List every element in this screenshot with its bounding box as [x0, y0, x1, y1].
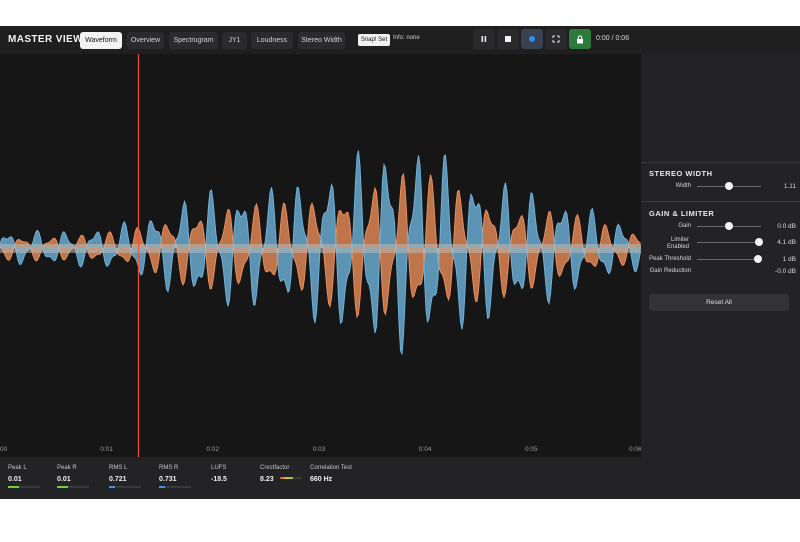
meter-value: -18.5	[211, 476, 227, 483]
gain-reduction-label: Gain Reduction	[649, 268, 691, 274]
meter-rms-l: RMS L 0.721	[109, 465, 141, 488]
meter-correlation: Correlation Test 660 Hz	[310, 465, 352, 483]
info-text: Info: none	[393, 35, 420, 41]
record-dot-icon	[529, 36, 535, 42]
time-tick-label: 0:03	[312, 446, 326, 453]
time-tick-label: 00	[0, 446, 8, 453]
meter-label: Correlation Test	[310, 465, 352, 471]
gain-limiter-title: GAIN & LIMITER	[649, 209, 715, 218]
meter-value: 0.731	[159, 476, 177, 483]
master-view-app: MASTER VIEW Waveform Overview Spectrugra…	[0, 26, 800, 499]
meter-level-fill	[109, 486, 116, 488]
meter-crestfactor: Crestfactor 8.23	[260, 465, 302, 483]
width-slider[interactable]	[697, 182, 761, 190]
meter-peak-r: Peak R 0.01	[57, 465, 89, 488]
meter-label: Peak L	[8, 465, 27, 471]
divider	[641, 201, 800, 202]
playback-time: 0:00 / 0:06	[596, 35, 630, 42]
meter-label: Crestfactor	[260, 465, 290, 471]
lock-button[interactable]	[569, 29, 591, 49]
limiter-enabled-label: Limiter Enabled	[666, 237, 689, 250]
width-slider-thumb[interactable]	[725, 182, 733, 190]
peak-threshold-slider-thumb[interactable]	[753, 255, 762, 263]
reset-all-button[interactable]: Reset All	[649, 294, 789, 311]
tab-jy1[interactable]: JY1	[222, 32, 247, 49]
time-tick-label: 0:01	[100, 446, 113, 453]
gain-slider-thumb[interactable]	[725, 222, 733, 230]
divider	[641, 162, 800, 163]
meter-level-fill	[57, 486, 69, 488]
limiter-slider[interactable]	[697, 238, 764, 246]
stereo-width-title: STEREO WIDTH	[649, 169, 713, 178]
peak-threshold-slider[interactable]	[697, 255, 762, 263]
meter-label: RMS L	[109, 465, 128, 471]
time-tick-label: 0:04	[418, 446, 432, 453]
time-tick-label: 0:06	[629, 446, 641, 453]
meter-label: Peak R	[57, 465, 77, 471]
waveform-canvas	[0, 54, 641, 457]
snap-set-button[interactable]: Snap! Set	[358, 34, 390, 46]
pause-icon	[481, 36, 487, 42]
tab-stereo-width[interactable]: Stereo Width	[298, 32, 345, 49]
gain-value: 0.0 dB	[777, 223, 796, 230]
app-title: MASTER VIEW	[8, 34, 83, 45]
meter-label: LUFS	[211, 465, 227, 471]
meter-lufs: LUFS -18.5	[211, 465, 227, 483]
meter-level-bar	[280, 477, 302, 479]
gain-slider[interactable]	[697, 222, 761, 230]
pause-button[interactable]	[473, 29, 495, 49]
meter-value: 0.01	[8, 476, 22, 483]
meter-level-bar	[57, 486, 89, 488]
tab-waveform[interactable]: Waveform	[80, 32, 122, 49]
gain-label: Gain	[678, 223, 691, 229]
tab-overview[interactable]: Overview	[127, 32, 164, 49]
tab-spectrugram[interactable]: Spectrugram	[169, 32, 218, 49]
peak-threshold-value: 1 dB	[782, 256, 796, 263]
meter-bar: Peak L 0.01 Peak R 0.01 RMS L 0.721 RMS …	[0, 457, 800, 499]
meter-level-fill	[159, 486, 166, 488]
meter-value: 660 Hz	[310, 476, 333, 483]
control-panel: STEREO WIDTH Width 1.11 GAIN & LIMITER G…	[641, 54, 800, 457]
fullscreen-icon	[552, 35, 560, 43]
meter-level-bar	[109, 486, 141, 488]
lock-icon	[577, 34, 583, 43]
stop-icon	[505, 36, 511, 42]
meter-value: 0.01	[57, 476, 71, 483]
meter-level-fill	[280, 477, 294, 479]
meter-label: RMS R	[159, 465, 179, 471]
time-tick-label: 0:05	[525, 446, 538, 453]
stop-button[interactable]	[497, 29, 519, 49]
peak-threshold-label: Peak Threshold	[649, 256, 691, 262]
tab-loudness[interactable]: Loudness	[251, 32, 293, 49]
top-bar: MASTER VIEW Waveform Overview Spectrugra…	[0, 26, 800, 54]
record-button[interactable]	[521, 29, 543, 49]
waveform-view[interactable]: 00 0:01 0:02 0:03 0:04 0:05 0:06	[0, 54, 641, 457]
meter-level-bar	[8, 486, 40, 488]
meter-level-bar	[159, 486, 191, 488]
width-value: 1.11	[783, 183, 796, 190]
gain-reduction-value: -0.0 dB	[775, 268, 796, 275]
meter-peak-l: Peak L 0.01	[8, 465, 40, 488]
width-label: Width	[675, 183, 691, 189]
limiter-value: 4.1 dB	[777, 239, 796, 246]
time-tick-label: 0:02	[206, 446, 220, 453]
center-line	[0, 244, 641, 253]
meter-rms-r: RMS R 0.731	[159, 465, 191, 488]
fullscreen-button[interactable]	[545, 29, 567, 49]
limiter-slider-thumb[interactable]	[755, 238, 764, 246]
meter-level-fill	[8, 486, 20, 488]
meter-value: 0.721	[109, 476, 127, 483]
